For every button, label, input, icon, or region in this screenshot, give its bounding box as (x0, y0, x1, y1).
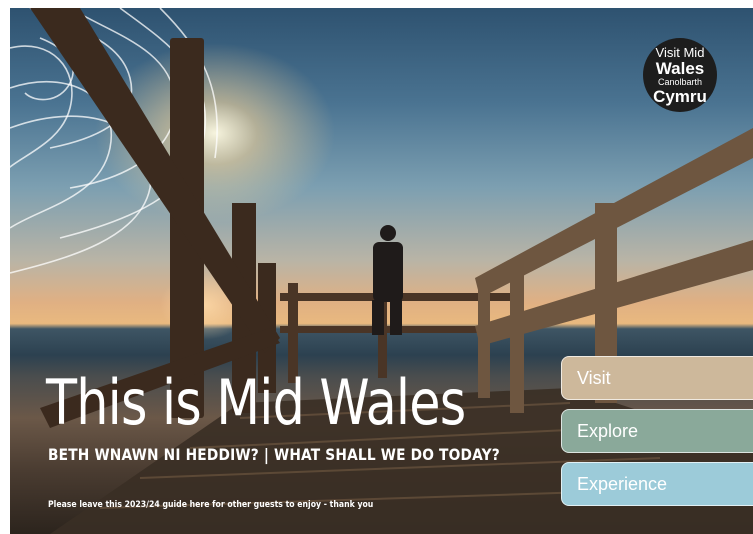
page-subtitle: BETH WNAWN NI HEDDIW? | WHAT SHALL WE DO… (48, 445, 500, 464)
experience-button[interactable]: Experience (561, 462, 753, 506)
explore-button-label: Explore (577, 420, 639, 441)
logo-line-cymru: Cymru (653, 86, 707, 106)
visit-button-label: Visit (577, 367, 611, 388)
logo-line-wales: Wales (655, 58, 705, 78)
visit-mid-wales-logo: Visit Mid Wales Canolbarth Cymru (643, 38, 717, 112)
logo-line-visit-mid: Visit Mid (655, 44, 705, 60)
person-silhouette (372, 225, 403, 335)
explore-button[interactable]: Explore (561, 409, 753, 453)
visit-button[interactable]: Visit (561, 356, 753, 400)
logo-line-canolbarth: Canolbarth (657, 76, 703, 87)
experience-button-label: Experience (577, 473, 668, 494)
page-title: This is Mid Wales (46, 366, 466, 439)
cover-page: Visit Mid Wales Canolbarth Cymru This is… (10, 8, 753, 534)
guide-footnote: Please leave this 2023/24 guide here for… (48, 500, 374, 510)
